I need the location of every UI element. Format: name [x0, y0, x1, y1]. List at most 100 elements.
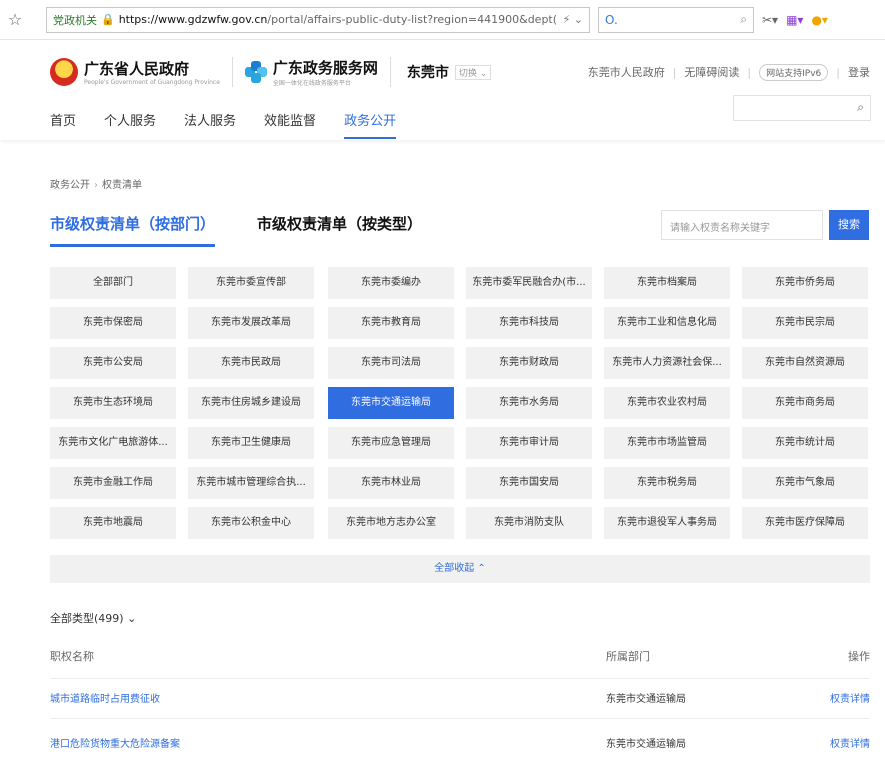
- brand-service-net[interactable]: 广东政务服务网 全国一体化在线政务服务平台: [273, 57, 378, 87]
- department-item[interactable]: 东莞市财政局: [466, 347, 592, 379]
- department-item[interactable]: 东莞市金融工作局: [50, 467, 176, 499]
- department-item[interactable]: 东莞市司法局: [328, 347, 454, 379]
- department-item[interactable]: 东莞市侨务局: [742, 267, 868, 299]
- row-detail-link[interactable]: 权责详情: [830, 690, 870, 705]
- department-item[interactable]: 东莞市交通运输局: [328, 387, 454, 419]
- department-item[interactable]: 东莞市卫生健康局: [188, 427, 314, 459]
- department-item[interactable]: 东莞市气象局: [742, 467, 868, 499]
- logo-row: 广东省人民政府 People's Government of Guangdong…: [50, 50, 870, 94]
- keyword-search-input[interactable]: 请输入权责名称关键字: [661, 210, 823, 240]
- department-item[interactable]: 东莞市城市管理综合执...: [188, 467, 314, 499]
- brand-service-net-title: 广东政务服务网: [272, 59, 378, 77]
- city-switch-button[interactable]: 切换 ⌄: [454, 64, 492, 80]
- department-item[interactable]: 东莞市农业农村局: [604, 387, 730, 419]
- department-item[interactable]: 东莞市自然资源局: [742, 347, 868, 379]
- department-item[interactable]: 东莞市公积金中心: [188, 507, 314, 539]
- department-item[interactable]: 东莞市应急管理局: [328, 427, 454, 459]
- row-name-link[interactable]: 港口危险货物重大危险源备案: [50, 735, 180, 750]
- row-name-link[interactable]: 城市道路临时占用费征收: [50, 690, 160, 705]
- department-item[interactable]: 东莞市林业局: [328, 467, 454, 499]
- department-item[interactable]: 东莞市水务局: [466, 387, 592, 419]
- department-item[interactable]: 东莞市住房城乡建设局: [188, 387, 314, 419]
- department-item[interactable]: 东莞市委军民融合办(市...: [466, 267, 592, 299]
- login-link[interactable]: 登录: [848, 64, 870, 80]
- department-item[interactable]: 东莞市人力资源社会保...: [604, 347, 730, 379]
- address-bar[interactable]: 党政机关 🔒 https://www.gdzwfw.gov.cn /portal…: [46, 6, 590, 33]
- department-item[interactable]: 东莞市国安局: [466, 467, 592, 499]
- emblem-icon: [50, 58, 78, 86]
- department-item[interactable]: 东莞市税务局: [604, 467, 730, 499]
- department-item[interactable]: 东莞市委编办: [328, 267, 454, 299]
- service-net-logo-icon: [244, 61, 267, 83]
- department-item[interactable]: 东莞市公安局: [50, 347, 176, 379]
- column-header-dept: 所属部门: [606, 650, 650, 663]
- search-button[interactable]: 搜索: [829, 210, 869, 240]
- separator: |: [836, 65, 840, 79]
- breadcrumb-item[interactable]: 政务公开: [50, 180, 90, 191]
- row-dept: 东莞市交通运输局: [606, 739, 686, 750]
- nav-public-affairs[interactable]: 政务公开: [344, 110, 397, 139]
- department-item[interactable]: 全部部门: [50, 267, 176, 299]
- collapse-all-button[interactable]: 全部收起 ⌃: [50, 555, 870, 583]
- department-item[interactable]: 东莞市工业和信息化局: [604, 307, 730, 339]
- department-item[interactable]: 东莞市教育局: [328, 307, 454, 339]
- brand-service-net-sub: 全国一体化在线政务服务平台: [272, 80, 351, 87]
- lock-icon: 🔒: [101, 13, 115, 26]
- table-row: 城市道路临时占用费征收 东莞市交通运输局 权责详情: [50, 690, 870, 716]
- url-path: /portal/affairs-public-duty-list?region=…: [267, 13, 558, 26]
- department-item[interactable]: 东莞市审计局: [466, 427, 592, 459]
- department-item[interactable]: 东莞市保密局: [50, 307, 176, 339]
- department-item[interactable]: 东莞市地震局: [50, 507, 176, 539]
- nav-home[interactable]: 首页: [50, 110, 76, 139]
- link-city-gov[interactable]: 东莞市人民政府: [588, 64, 665, 80]
- badge-icon[interactable]: ●▾: [811, 13, 828, 27]
- department-item[interactable]: 东莞市委宣传部: [188, 267, 314, 299]
- extensions: ✂▾ ▦▾ ●▾: [762, 13, 828, 27]
- department-item[interactable]: 东莞市民政局: [188, 347, 314, 379]
- row-detail-link[interactable]: 权责详情: [830, 735, 870, 750]
- list-tabs: 市级权责清单（按部门） 市级权责清单（按类型）: [50, 213, 422, 247]
- department-item[interactable]: 东莞市统计局: [742, 427, 868, 459]
- department-item[interactable]: 东莞市发展改革局: [188, 307, 314, 339]
- department-item[interactable]: 东莞市文化广电旅游体...: [50, 427, 176, 459]
- search-icon[interactable]: ⌕: [857, 100, 864, 115]
- tab-by-type[interactable]: 市级权责清单（按类型）: [257, 213, 422, 247]
- department-item[interactable]: 东莞市生态环境局: [50, 387, 176, 419]
- brand-guangdong-sub: People's Government of Guangdong Provinc…: [84, 79, 220, 86]
- type-filter-dropdown[interactable]: 全部类型(499) ⌄: [50, 610, 136, 626]
- tab-by-department[interactable]: 市级权责清单（按部门）: [50, 213, 216, 247]
- bookmark-star-icon[interactable]: ☆: [0, 10, 30, 29]
- breadcrumb-current: 权责清单: [102, 180, 142, 191]
- divider: [231, 57, 233, 87]
- department-item[interactable]: 东莞市退役军人事务局: [604, 507, 730, 539]
- divider: [50, 678, 870, 679]
- department-item[interactable]: 东莞市科技局: [466, 307, 592, 339]
- url-domain: https://www.gdzwfw.gov.cn: [118, 13, 268, 26]
- address-actions-icon[interactable]: ⚡ ⌄: [563, 13, 583, 26]
- separator: |: [672, 65, 677, 79]
- divider: [389, 57, 391, 87]
- city-switch-label: 切换: [458, 68, 477, 79]
- grid-icon[interactable]: ▦▾: [786, 13, 803, 27]
- link-accessibility[interactable]: 无障碍阅读: [684, 64, 739, 80]
- brand-guangdong[interactable]: 广东省人民政府 People's Government of Guangdong…: [84, 58, 220, 86]
- scissors-icon[interactable]: ✂▾: [762, 13, 778, 27]
- department-item[interactable]: 东莞市市场监管局: [604, 427, 730, 459]
- nav-corporate[interactable]: 法人服务: [184, 110, 236, 139]
- search-engine-text: O.: [605, 12, 618, 27]
- city-name: 东莞市: [406, 65, 449, 81]
- department-item[interactable]: 东莞市档案局: [604, 267, 730, 299]
- department-item[interactable]: 东莞市消防支队: [466, 507, 592, 539]
- site-search-input[interactable]: ⌕: [733, 95, 871, 121]
- nav-supervision[interactable]: 效能监督: [264, 110, 316, 139]
- row-dept: 东莞市交通运输局: [606, 694, 686, 705]
- department-item[interactable]: 东莞市民宗局: [742, 307, 868, 339]
- search-icon[interactable]: ⌕: [740, 12, 747, 27]
- browser-search[interactable]: O. ⌕: [598, 6, 754, 33]
- breadcrumb: 政务公开 › 权责清单: [50, 176, 142, 191]
- department-item[interactable]: 东莞市地方志办公室: [328, 507, 454, 539]
- browser-toolbar: ☆ 党政机关 🔒 https://www.gdzwfw.gov.cn /port…: [0, 0, 885, 40]
- department-item[interactable]: 东莞市商务局: [742, 387, 868, 419]
- nav-personal[interactable]: 个人服务: [104, 110, 156, 139]
- department-item[interactable]: 东莞市医疗保障局: [742, 507, 868, 539]
